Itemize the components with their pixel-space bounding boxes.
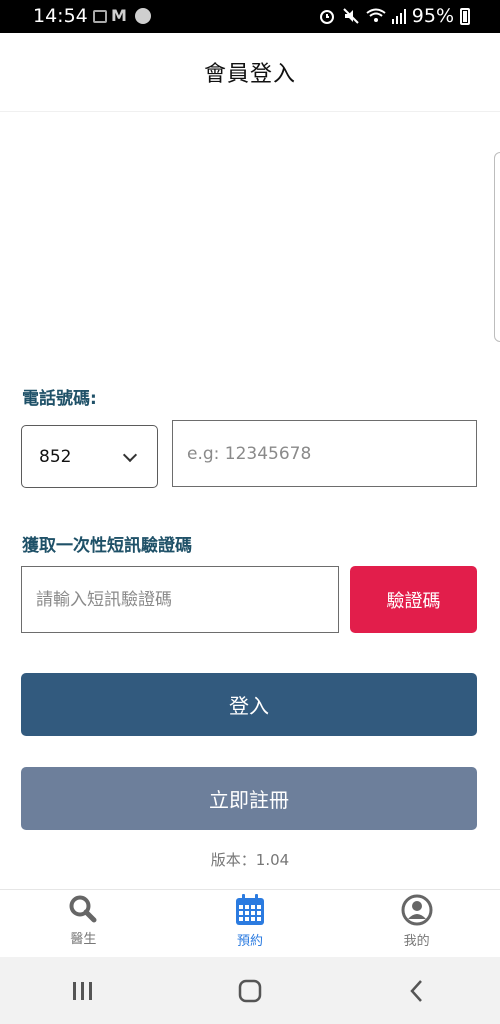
alarm-icon bbox=[319, 10, 334, 24]
side-scroll-handle[interactable] bbox=[494, 152, 500, 342]
country-code-value: 852 bbox=[39, 447, 72, 467]
otp-label: 獲取一次性短訊驗證碼 bbox=[22, 536, 192, 556]
country-code-select[interactable]: 852 bbox=[21, 425, 158, 488]
phone-label: 電話號碼: bbox=[22, 389, 97, 409]
profile-icon bbox=[401, 894, 433, 926]
app-root: 14:54 M 95% 會員登入 電話號碼: 852 e.g: 12345678… bbox=[0, 0, 500, 1024]
tab-label-doctors: 醫生 bbox=[70, 932, 97, 947]
status-bar: 14:54 M 95% bbox=[0, 0, 500, 33]
mute-icon bbox=[343, 8, 359, 24]
image-notification-icon bbox=[93, 9, 107, 23]
otp-code-input[interactable] bbox=[21, 566, 339, 633]
battery-icon bbox=[460, 7, 470, 25]
dot-notification-icon bbox=[134, 8, 151, 24]
wifi-icon bbox=[366, 8, 386, 22]
tab-doctors[interactable]: 醫生 bbox=[0, 890, 167, 957]
bottom-tab-bar: 醫生 預約 我的 bbox=[0, 889, 500, 957]
chevron-down-icon bbox=[122, 447, 138, 463]
search-icon bbox=[69, 895, 97, 923]
battery-percentage: 95% bbox=[411, 5, 454, 27]
login-button[interactable]: 登入 bbox=[21, 673, 477, 736]
register-button[interactable]: 立即註冊 bbox=[21, 767, 477, 830]
home-icon bbox=[238, 979, 262, 1002]
status-right: 95% bbox=[318, 5, 470, 27]
recent-apps-button[interactable] bbox=[53, 971, 113, 1011]
back-icon bbox=[409, 979, 422, 1002]
tab-label-appointments: 預約 bbox=[237, 934, 264, 949]
tab-appointments[interactable]: 預約 bbox=[167, 890, 334, 957]
recent-apps-icon bbox=[73, 981, 93, 1000]
tab-my-profile[interactable]: 我的 bbox=[333, 890, 500, 957]
home-button[interactable] bbox=[220, 971, 280, 1011]
get-verification-code-button[interactable]: 驗證碼 bbox=[350, 566, 477, 633]
gmail-icon: M bbox=[111, 6, 127, 25]
signal-icon bbox=[391, 9, 406, 24]
system-nav-bar bbox=[0, 957, 500, 1024]
page-title: 會員登入 bbox=[203, 62, 296, 87]
back-button[interactable] bbox=[387, 971, 447, 1011]
page-header: 會員登入 bbox=[0, 33, 500, 112]
notification-icons: M bbox=[93, 7, 151, 25]
calendar-icon bbox=[236, 894, 264, 925]
tab-label-my-profile: 我的 bbox=[403, 934, 430, 949]
phone-number-input[interactable] bbox=[172, 420, 477, 487]
version-text: 版本：1.04 bbox=[210, 851, 290, 869]
status-time: 14:54 bbox=[33, 5, 88, 27]
